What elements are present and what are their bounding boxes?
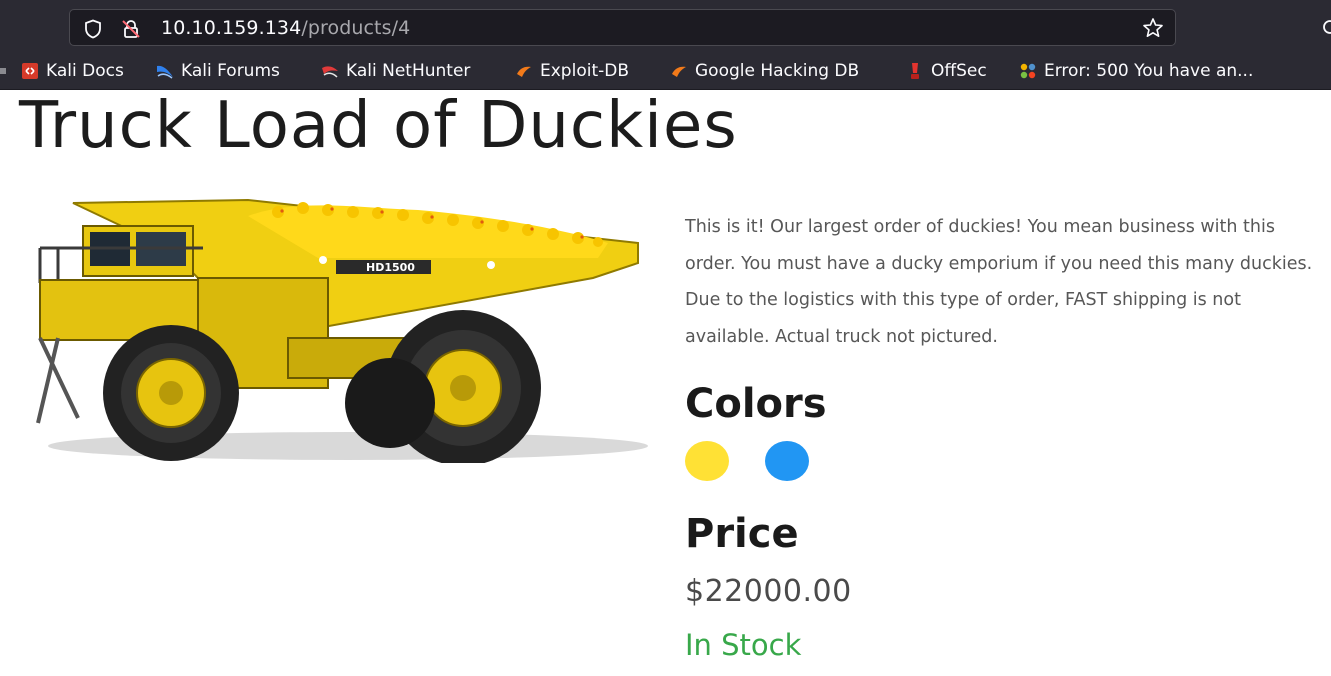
kali-forums-icon (157, 65, 173, 79)
shield-icon[interactable] (83, 19, 103, 39)
color-swatch-yellow[interactable] (685, 441, 729, 481)
price-heading: Price (685, 511, 799, 557)
address-bar[interactable]: 10.10.159.134/products/4 (69, 9, 1176, 46)
bookmark-error-500[interactable]: Error: 500 You have an... (1019, 60, 1253, 82)
kali-nethunter-icon (322, 66, 338, 78)
bookmark-label: Kali Forums (181, 61, 280, 81)
ghdb-icon (672, 66, 686, 77)
colors-heading: Colors (685, 381, 827, 427)
svg-text:HD1500: HD1500 (366, 261, 415, 274)
stock-status: In Stock (685, 628, 802, 662)
bookmark-label: Kali Docs (46, 61, 124, 81)
bookmark-label: Google Hacking DB (695, 61, 860, 81)
star-icon[interactable] (1142, 17, 1164, 39)
kali-docs-icon (22, 63, 38, 79)
bookmark-google-hacking-db[interactable]: Google Hacking DB (670, 60, 859, 82)
bookmark-label: Kali NetHunter (346, 61, 471, 81)
product-title: Truck Load of Duckies (19, 89, 738, 163)
bookmark-overflow-edge (0, 68, 6, 74)
offsec-icon (911, 63, 919, 79)
extension-icon[interactable] (1318, 16, 1331, 38)
bookmarks-toolbar: Kali Docs Kali Forums Kali NetHunter Exp… (0, 52, 1331, 90)
bookmark-label: Error: 500 You have an... (1044, 61, 1254, 81)
bookmark-label: OffSec (931, 61, 987, 81)
exploit-db-icon (517, 66, 531, 77)
bookmark-label: Exploit-DB (540, 61, 629, 81)
joomla-icon (1020, 63, 1036, 79)
product-image: HD1500 (36, 198, 648, 463)
bookmark-exploit-db[interactable]: Exploit-DB (515, 60, 629, 82)
product-price: $22000.00 (685, 574, 852, 609)
bookmark-kali-nethunter[interactable]: Kali NetHunter (321, 60, 470, 82)
bookmark-kali-forums[interactable]: Kali Forums (156, 60, 280, 82)
insecure-lock-icon[interactable] (121, 19, 141, 39)
bookmark-offsec[interactable]: OffSec (906, 60, 987, 82)
browser-toolbar: 10.10.159.134/products/4 (0, 0, 1331, 52)
bookmark-kali-docs[interactable]: Kali Docs (21, 60, 124, 82)
url-path: /products/4 (301, 17, 411, 39)
product-description: This is it! Our largest order of duckies… (685, 217, 1313, 347)
url-host: 10.10.159.134 (161, 17, 302, 39)
url-text[interactable]: 10.10.159.134/products/4 (161, 17, 410, 39)
color-swatch-blue[interactable] (765, 441, 809, 481)
